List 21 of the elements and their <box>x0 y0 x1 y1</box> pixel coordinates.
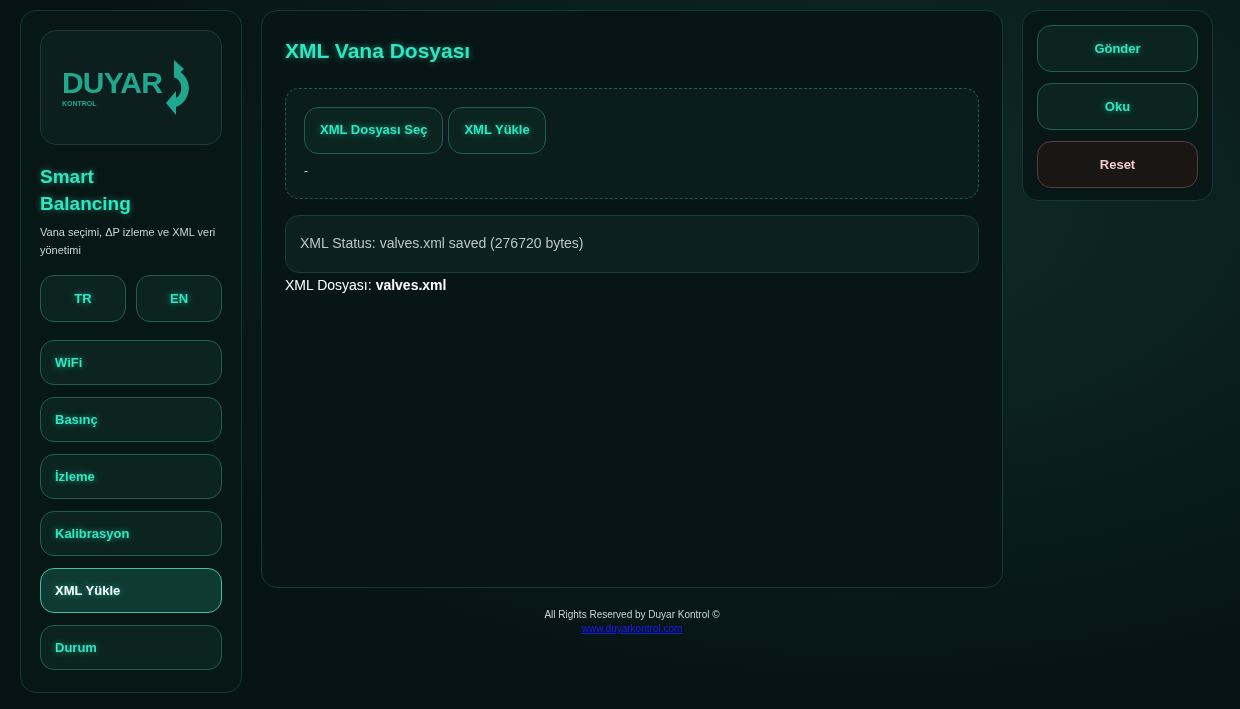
nav-item[interactable]: Kalibrasyon <box>40 511 222 556</box>
logo-text: DUYAR <box>61 68 163 98</box>
action-button[interactable]: Reset <box>1037 141 1198 188</box>
status-bar: XML Status: valves.xml saved (276720 bytes) <box>285 214 979 273</box>
nav-item[interactable]: WiFi <box>40 340 222 385</box>
action-button[interactable]: Oku <box>1037 83 1198 130</box>
language-button[interactable]: TR <box>40 275 126 322</box>
app-title: Smart Balancing <box>40 165 132 216</box>
selection-text: - <box>304 162 308 180</box>
language-button[interactable]: EN <box>136 275 222 322</box>
file-name: valves.xml <box>375 275 447 295</box>
nav-item[interactable]: Basınç <box>40 397 222 442</box>
upload-button[interactable]: XML Yükle <box>448 106 546 154</box>
upload-button[interactable]: XML Dosyası Seç <box>304 106 444 154</box>
panel-title: XML Vana Dosyası <box>285 38 472 64</box>
app-subtitle: Vana seçimi, ΔP izleme ve XML veri yönetimi <box>40 225 217 258</box>
copyright-text: All Rights Reserved by Duyar Kontrol © <box>544 608 720 622</box>
file-label: XML Dosyası: <box>285 275 372 295</box>
action-button[interactable]: Gönder <box>1037 25 1198 72</box>
nav-item[interactable]: İzleme <box>40 454 222 499</box>
nav-item[interactable]: Durum <box>40 625 222 670</box>
